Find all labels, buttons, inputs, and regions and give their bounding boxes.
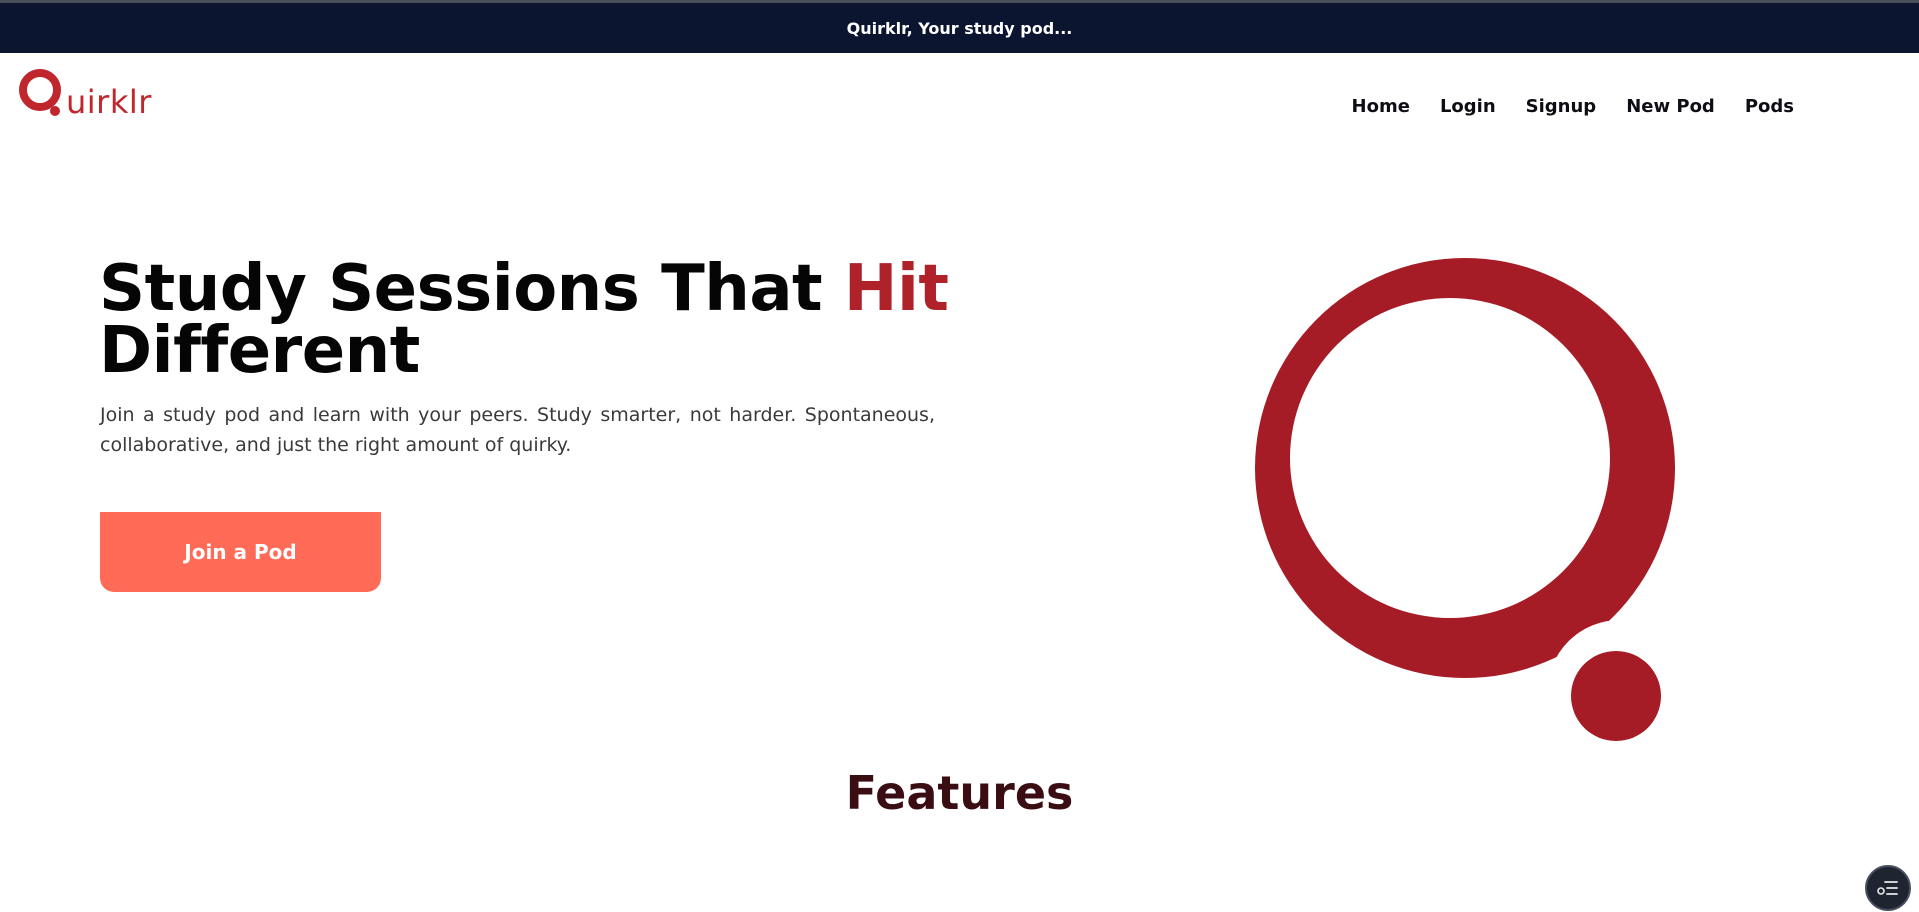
brand-logo[interactable]: uirklr: [18, 68, 168, 121]
announcement-text: Quirklr, Your study pod...: [846, 18, 1073, 38]
logo-text: uirklr: [66, 83, 152, 121]
floating-menu-button[interactable]: [1865, 865, 1911, 911]
hero-description: Join a study pod and learn with your pee…: [100, 404, 935, 456]
logo-q-icon: [19, 69, 61, 116]
hero-title-accent: Hit: [843, 252, 949, 326]
hero-title-end: Different: [99, 314, 420, 388]
hero-q-logo-graphic: [1255, 258, 1693, 758]
nav-pods[interactable]: Pods: [1745, 96, 1794, 117]
nav-new-pod[interactable]: New Pod: [1626, 96, 1715, 117]
join-pod-button[interactable]: Join a Pod: [100, 512, 381, 592]
features-heading: Features: [845, 766, 1074, 820]
nav-signup[interactable]: Signup: [1526, 96, 1597, 117]
hero-title: Study Sessions That Hit Different: [99, 257, 959, 383]
nav-home[interactable]: Home: [1352, 96, 1410, 117]
list-settings-icon: [1877, 881, 1898, 895]
main-nav: Home Login Signup New Pod Pods: [1352, 96, 1794, 117]
announcement-bar: Quirklr, Your study pod...: [0, 3, 1919, 53]
nav-login[interactable]: Login: [1440, 96, 1496, 117]
